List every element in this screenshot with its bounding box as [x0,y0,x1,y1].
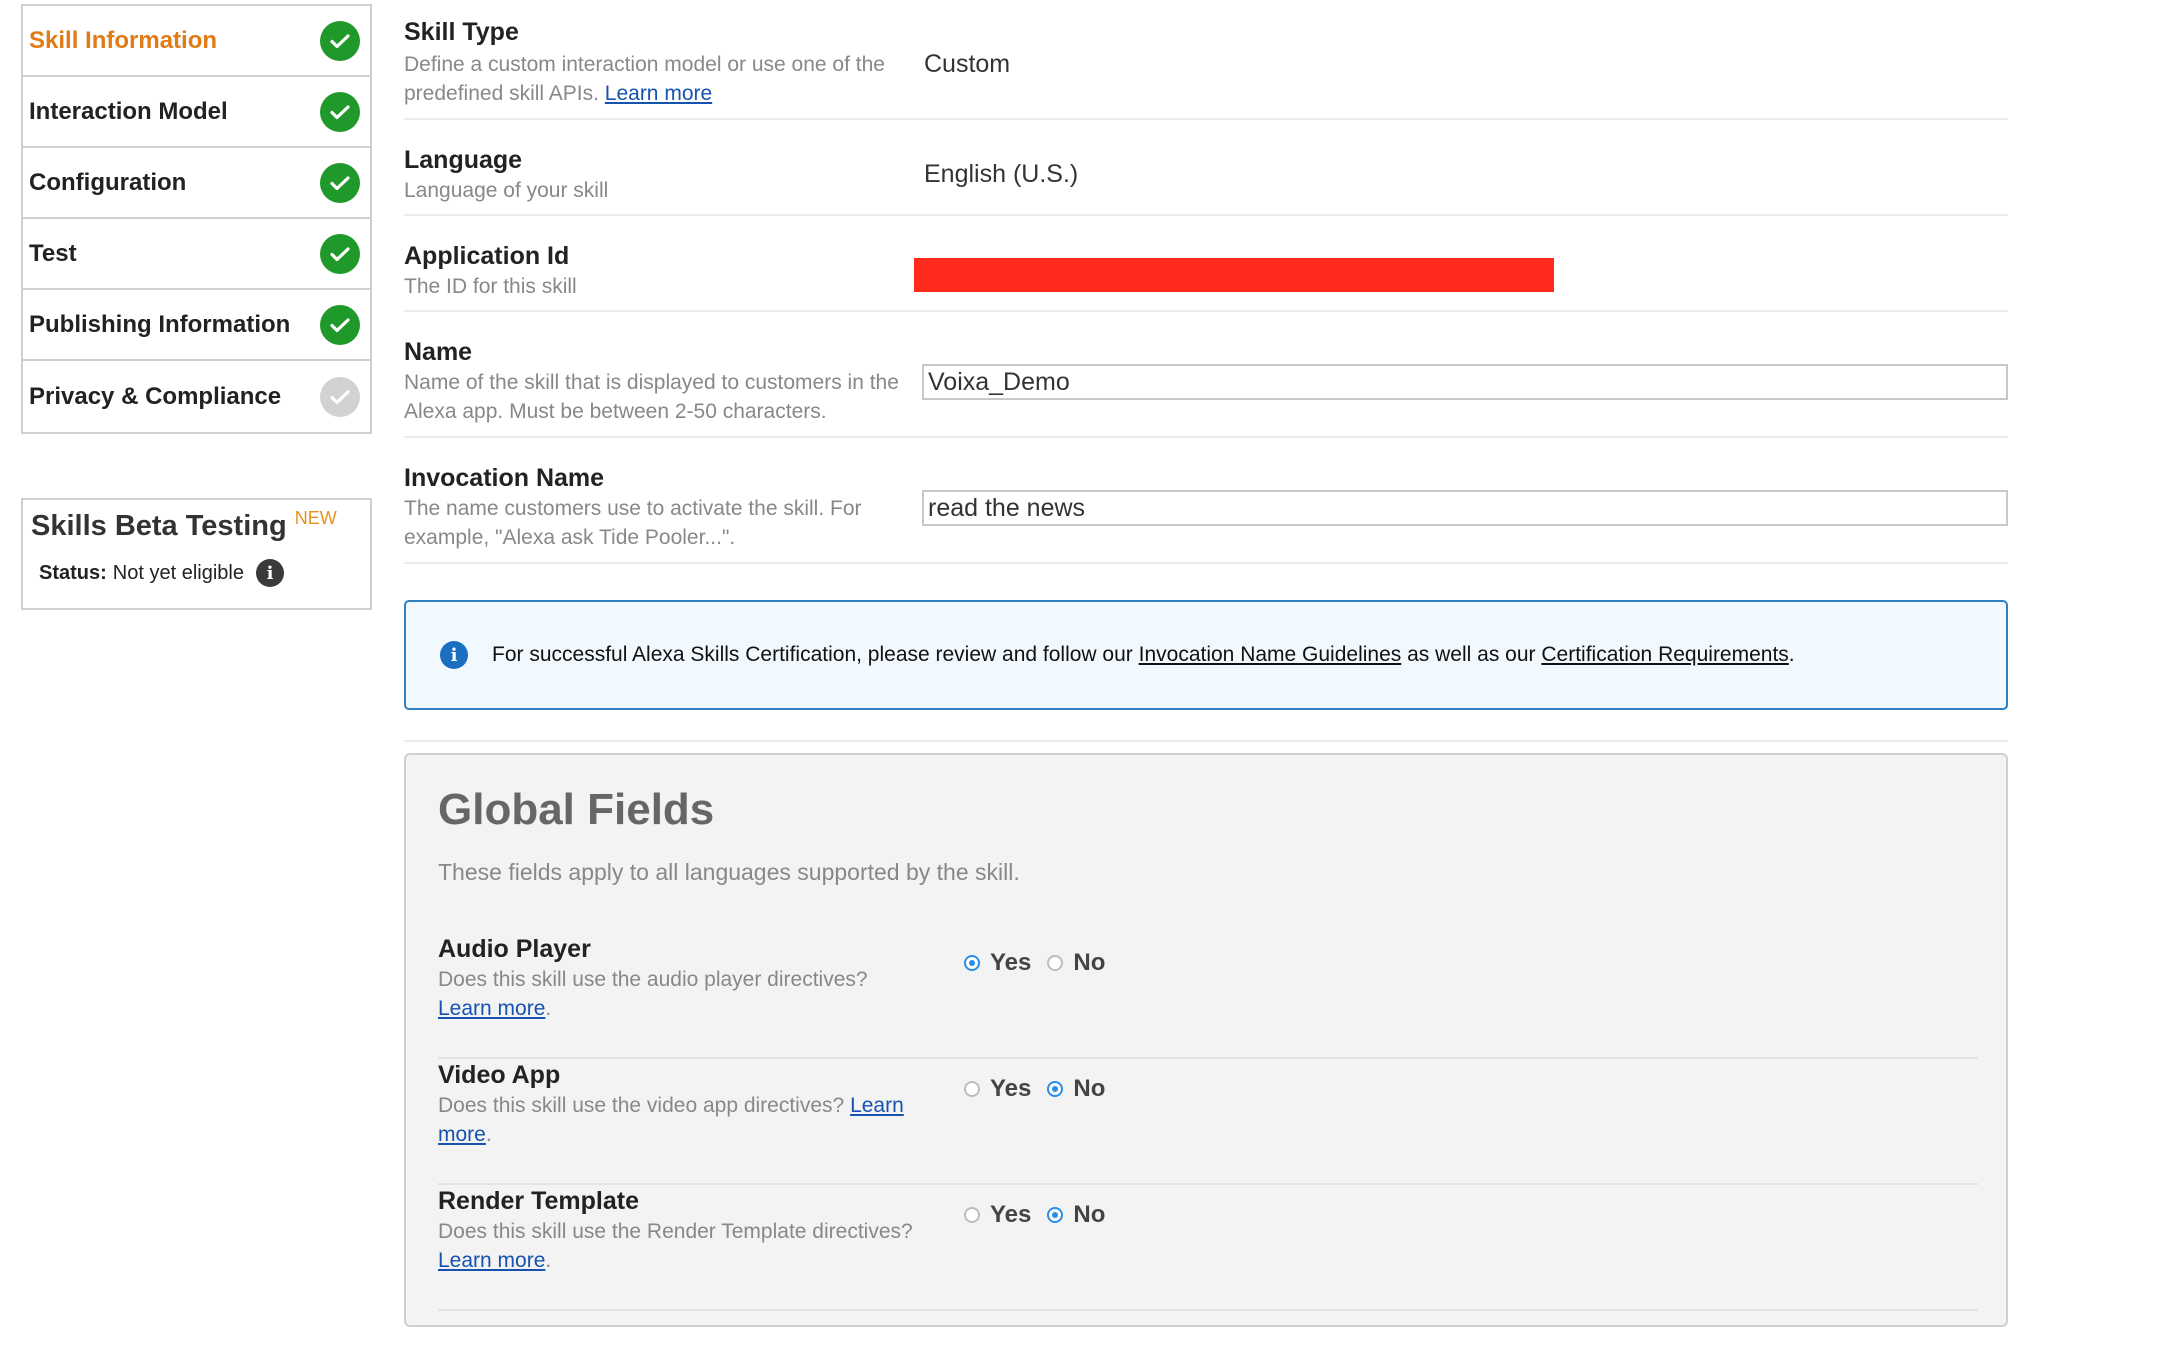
render-template-no-radio[interactable] [1047,1207,1064,1223]
global-fields-subtitle: These fields apply to all languages supp… [438,859,1020,885]
nav-item-interaction-model[interactable]: Interaction Model [23,77,370,148]
video-app-row: Video App Does this skill use the video … [438,1061,1978,1185]
nav-item-publishing-information[interactable]: Publishing Information [23,290,370,361]
global-fields-panel: Global Fields These fields apply to all … [404,753,2008,1327]
name-row: Name Name of the skill that is displayed… [404,312,2008,438]
skill-type-row: Skill Type Define a custom interaction m… [404,14,2008,120]
nav-item-label: Test [29,239,77,267]
audio-player-no-radio[interactable] [1047,955,1064,971]
global-fields-title: Global Fields [438,785,715,834]
audio-player-row: Audio Player Does this skill use the aud… [438,935,1978,1059]
skills-beta-testing-box: Skills Beta Testing NEW Status: Not yet … [21,498,372,610]
invocation-name-input[interactable]: read the news [922,490,2008,526]
audio-player-yes-radio[interactable] [964,955,980,971]
video-app-radio-group: Yes No [964,1075,1121,1103]
nav-item-privacy-compliance[interactable]: Privacy & Compliance [23,361,370,432]
language-value[interactable]: English (U.S.) [924,160,1078,189]
video-app-label: Video App [438,1061,561,1089]
invocation-name-description: The name customers use to activate the s… [404,497,862,549]
status-value: Not yet eligible [112,561,244,584]
info-circle-icon: i [440,641,468,669]
application-id-redaction [914,258,1554,292]
learn-more-link[interactable]: Learn more [605,82,712,105]
check-circle-icon [320,233,360,274]
check-circle-icon [320,376,360,417]
learn-more-link[interactable]: Learn more [438,1249,545,1272]
render-template-label: Render Template [438,1187,639,1215]
callout-text-after: . [1788,643,1795,666]
nav-item-skill-information[interactable]: Skill Information [23,6,370,77]
render-template-description-text: Does this skill use the Render Template … [438,1220,913,1243]
nav-item-label: Configuration [29,168,187,196]
check-circle-icon [320,162,360,203]
check-circle-icon [320,20,360,61]
render-template-row: Render Template Does this skill use the … [438,1187,1978,1311]
yes-label[interactable]: Yes [990,1075,1031,1103]
learn-more-link[interactable]: Learn more [438,997,545,1020]
new-badge: NEW [294,508,337,528]
check-circle-icon [320,91,360,132]
yes-label[interactable]: Yes [990,1201,1031,1229]
callout-text-middle: as well as our [1407,643,1536,666]
audio-player-description: Does this skill use the audio player dir… [438,968,868,1020]
nav-item-label: Interaction Model [29,97,228,125]
invocation-name-row: Invocation Name The name customers use t… [404,438,2008,564]
video-app-no-radio[interactable] [1047,1081,1064,1097]
nav-item-label: Skill Information [29,26,218,54]
audio-player-label: Audio Player [438,935,591,963]
callout-text-before: For successful Alexa Skills Certificatio… [492,643,1133,666]
video-app-description-text: Does this skill use the video app direct… [438,1094,845,1117]
language-description: Language of your skill [404,179,609,202]
no-label[interactable]: No [1073,949,1105,977]
name-input[interactable]: Voixa_Demo [922,364,2008,400]
info-circle-icon[interactable]: i [255,559,284,587]
no-label[interactable]: No [1073,1075,1105,1103]
divider [404,740,2008,742]
no-label[interactable]: No [1073,1201,1105,1229]
render-template-radio-group: Yes No [964,1201,1121,1229]
application-id-description: The ID for this skill [404,275,577,298]
skill-nav: Skill Information Interaction Model Conf… [21,4,372,434]
check-circle-icon [320,304,360,345]
certification-requirements-link[interactable]: Certification Requirements [1541,643,1788,666]
skill-type-description: Define a custom interaction model or use… [404,50,924,108]
nav-item-configuration[interactable]: Configuration [23,148,370,219]
nav-item-label: Privacy & Compliance [29,382,282,410]
name-description: Name of the skill that is displayed to c… [404,371,899,423]
callout-text: For successful Alexa Skills Certificatio… [492,643,1795,667]
invocation-name-label: Invocation Name [404,464,605,492]
language-label: Language [404,146,523,174]
render-template-description: Does this skill use the Render Template … [438,1220,913,1272]
video-app-description: Does this skill use the video app direct… [438,1094,904,1146]
status-label: Status: [39,561,107,584]
yes-label[interactable]: Yes [990,949,1031,977]
skill-type-value: Custom [924,50,1011,78]
certification-callout: i For successful Alexa Skills Certificat… [404,600,2008,710]
beta-status: Status: Not yet eligible i [39,559,370,587]
language-row: Language Language of your skill English … [404,120,2008,216]
audio-player-description-text: Does this skill use the audio player dir… [438,968,868,991]
name-label: Name [404,338,473,366]
invocation-name-guidelines-link[interactable]: Invocation Name Guidelines [1139,643,1402,666]
audio-player-radio-group: Yes No [964,949,1121,977]
nav-item-label: Publishing Information [29,310,291,338]
beta-title: Skills Beta Testing NEW [31,508,370,543]
application-id-row: Application Id The ID for this skill [404,216,2008,312]
application-id-label: Application Id [404,242,570,270]
render-template-yes-radio[interactable] [964,1207,980,1223]
beta-title-text: Skills Beta Testing [31,510,287,542]
skill-type-label: Skill Type [404,18,519,46]
video-app-yes-radio[interactable] [964,1081,980,1097]
nav-item-test[interactable]: Test [23,219,370,290]
